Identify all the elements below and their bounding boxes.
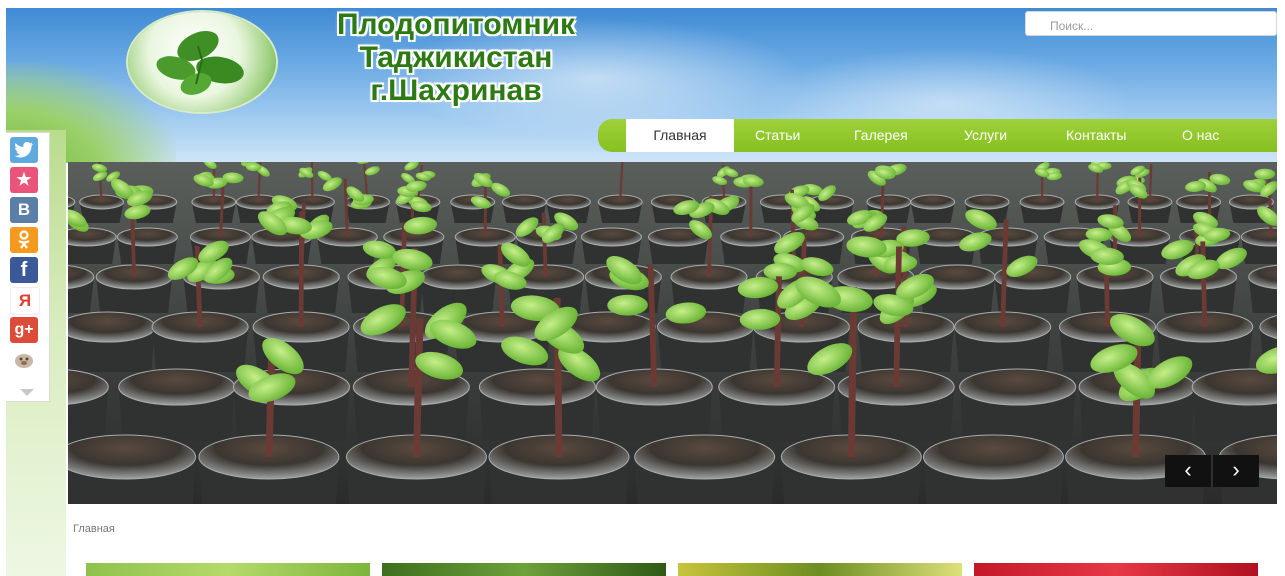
- site-title-line-2: Таджикистан: [359, 41, 553, 74]
- search-input[interactable]: [1025, 11, 1277, 36]
- twitter-icon[interactable]: [10, 137, 38, 163]
- slider-next-button[interactable]: ›: [1213, 455, 1259, 487]
- article-thumbnail[interactable]: [974, 563, 1258, 576]
- yandex-icon[interactable]: Я: [10, 287, 40, 315]
- social-share-bar: ★ В f Я g+: [6, 132, 50, 402]
- nav-item-gallery[interactable]: Галерея: [854, 119, 908, 152]
- hero-slider-image: [68, 162, 1277, 504]
- slider-prev-button[interactable]: ‹: [1165, 455, 1212, 487]
- nav-item-about[interactable]: О нас: [1182, 119, 1219, 152]
- odnoklassniki-icon[interactable]: [10, 227, 38, 253]
- nav-item-services[interactable]: Услуги: [964, 119, 1007, 152]
- seedling-nursery-photo: [68, 162, 1277, 504]
- nav-item-home[interactable]: Главная: [626, 119, 734, 152]
- vkontakte-icon[interactable]: В: [10, 197, 38, 223]
- mail-ru-icon[interactable]: [10, 347, 38, 373]
- facebook-icon[interactable]: f: [10, 257, 38, 283]
- breadcrumb: Главная: [73, 523, 115, 535]
- favorite-star-icon[interactable]: ★: [10, 167, 38, 193]
- chevron-down-icon[interactable]: [20, 389, 34, 396]
- article-thumbnail[interactable]: [86, 563, 370, 576]
- article-thumbnail[interactable]: [678, 563, 962, 576]
- site-title[interactable]: Плодопитомник Таджикистан г.Шахринав: [286, 8, 626, 107]
- nav-item-contacts[interactable]: Контакты: [1066, 119, 1126, 152]
- main-navigation: Главная Статьи Галерея Услуги Контакты О…: [598, 119, 1278, 152]
- leaf-logo-icon: [156, 30, 244, 95]
- site-logo[interactable]: [128, 12, 276, 112]
- site-title-line-1: Плодопитомник: [336, 8, 576, 41]
- page-top-edge: [0, 0, 1285, 8]
- google-plus-icon[interactable]: g+: [10, 317, 38, 343]
- site-title-line-3: г.Шахринав: [370, 74, 542, 107]
- page-right-edge: [1277, 0, 1285, 576]
- article-thumbnail[interactable]: [382, 563, 666, 576]
- nav-item-articles[interactable]: Статьи: [755, 119, 800, 152]
